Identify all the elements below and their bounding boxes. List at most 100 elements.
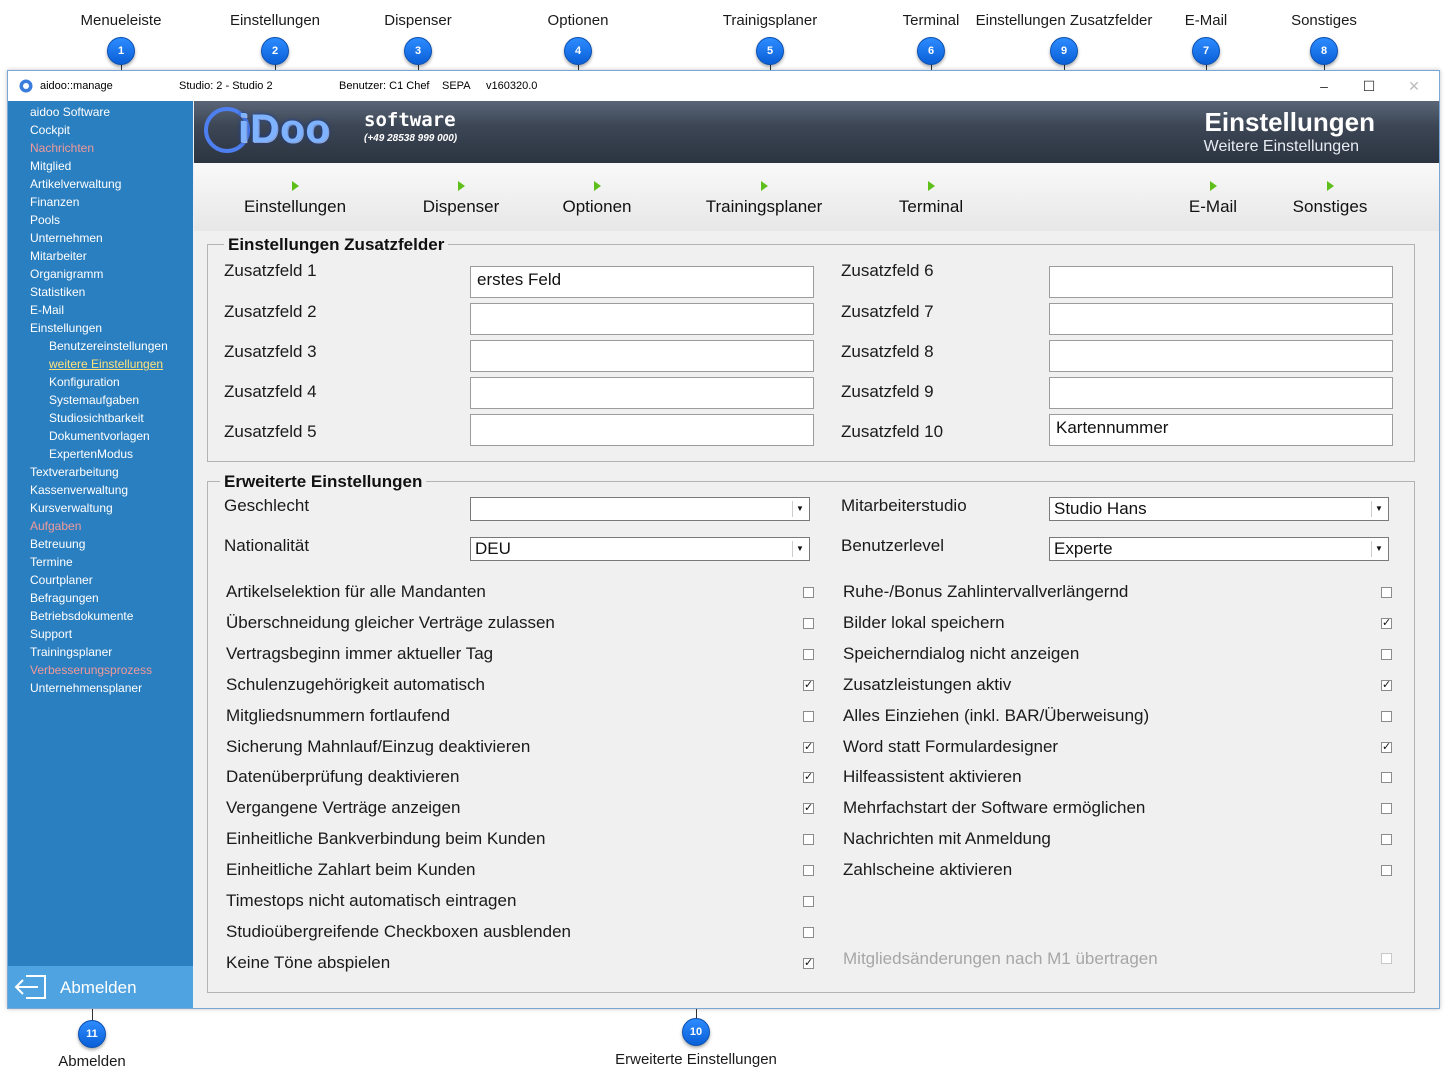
setting-checkbox[interactable] xyxy=(1381,710,1392,722)
setting-checkbox[interactable] xyxy=(1381,648,1392,660)
app-icon xyxy=(19,79,33,93)
setting-checkbox[interactable]: ✓ xyxy=(803,957,814,969)
sidebar-item-unternehmen[interactable]: Unternehmen xyxy=(30,231,103,245)
sidebar-item-expertenmodus[interactable]: ExpertenModus xyxy=(49,447,133,461)
sidebar-item-nachrichten[interactable]: Nachrichten xyxy=(30,141,94,155)
title-bar: aidoo::manage Studio: 2 - Studio 2 Benut… xyxy=(8,71,1439,101)
sidebar-item-einstellungen[interactable]: Einstellungen xyxy=(30,321,102,335)
zusatzfeld-input[interactable]: Kartennummer xyxy=(1049,414,1393,446)
play-arrow-icon xyxy=(928,181,935,191)
setting-checkbox[interactable] xyxy=(1381,803,1392,815)
sidebar-item-unternehmensplaner[interactable]: Unternehmensplaner xyxy=(30,681,142,695)
setting-label: Timestops nicht automatisch eintragen xyxy=(226,891,517,910)
zusatzfeld-input[interactable] xyxy=(470,340,814,372)
sidebar-item-studiosichtbarkeit[interactable]: Studiosichtbarkeit xyxy=(49,411,144,425)
geschlecht-select[interactable]: ▼ xyxy=(470,497,810,521)
sidebar-item-benutzereinstellungen[interactable]: Benutzereinstellungen xyxy=(49,339,168,353)
zusatzfeld-input[interactable] xyxy=(470,377,814,409)
tab-einstellungen[interactable]: Einstellungen xyxy=(225,163,365,231)
sidebar-item-trainingsplaner[interactable]: Trainingsplaner xyxy=(30,645,112,659)
tab-terminal[interactable]: Terminal xyxy=(861,163,1001,231)
setting-checkbox[interactable] xyxy=(803,896,814,907)
tab-dispenser[interactable]: Dispenser xyxy=(391,163,531,231)
app-name: aidoo::manage xyxy=(40,80,113,92)
sidebar-item-dokumentvorlagen[interactable]: Dokumentvorlagen xyxy=(49,429,150,443)
tab-bar: Einstellungen Dispenser Optionen Trainingsp… xyxy=(194,163,1439,231)
tab-label: Terminal xyxy=(898,197,964,216)
setting-checkbox[interactable]: ✓ xyxy=(803,741,814,753)
setting-checkbox[interactable]: ✓ xyxy=(1381,741,1392,753)
sidebar-item-aidoo-software[interactable]: aidoo Software xyxy=(30,105,110,119)
setting-checkbox[interactable]: ✓ xyxy=(1381,679,1392,691)
sidebar-item-pools[interactable]: Pools xyxy=(30,213,60,227)
sidebar-item-mitarbeiter[interactable]: Mitarbeiter xyxy=(30,249,87,263)
setting-label: Schulenzugehörigkeit automatisch xyxy=(226,674,485,694)
zusatzfeld-input[interactable] xyxy=(1049,377,1393,409)
sidebar-item-betreuung[interactable]: Betreuung xyxy=(30,537,85,551)
sidebar-item-cockpit[interactable]: Cockpit xyxy=(30,123,70,137)
setting-checkbox[interactable] xyxy=(803,834,814,846)
setting-checkbox[interactable] xyxy=(1381,772,1392,784)
zusatzfeld-input[interactable] xyxy=(470,414,814,446)
benutzerlevel-select[interactable]: Experte ▼ xyxy=(1049,537,1389,561)
setting-checkbox[interactable] xyxy=(803,617,814,629)
sidebar-item-kassenverwaltung[interactable]: Kassenverwaltung xyxy=(30,483,128,497)
setting-checkbox[interactable] xyxy=(803,587,814,598)
zusatzfeld-input[interactable] xyxy=(1049,340,1393,372)
zusatzfeld-label: Zusatzfeld 4 xyxy=(224,382,317,401)
zusatzfeld-input[interactable] xyxy=(1049,303,1393,335)
sidebar-item-statistiken[interactable]: Statistiken xyxy=(30,285,85,299)
setting-label: Vergangene Verträge anzeigen xyxy=(226,798,461,818)
zusatzfeld-input[interactable] xyxy=(470,303,814,335)
mitarbeiterstudio-select[interactable]: Studio Hans ▼ xyxy=(1049,497,1389,521)
setting-checkbox[interactable]: ✓ xyxy=(803,803,814,815)
sidebar-item-betriebsdokumente[interactable]: Betriebsdokumente xyxy=(30,609,133,623)
sidebar-item-termine[interactable]: Termine xyxy=(30,555,73,569)
sidebar-item-artikelverwaltung[interactable]: Artikelverwaltung xyxy=(30,177,121,191)
tab-sonstiges[interactable]: Sonstiges xyxy=(1260,163,1400,231)
setting-checkbox[interactable] xyxy=(803,926,814,938)
sidebar-item-weitere-einstellungen[interactable]: weitere Einstellungen xyxy=(49,357,163,371)
sidebar-item-textverarbeitung[interactable]: Textverarbeitung xyxy=(30,465,119,479)
setting-checkbox[interactable] xyxy=(803,648,814,660)
tab-trainingsplaner[interactable]: Trainingsplaner xyxy=(694,163,834,231)
setting-checkbox[interactable] xyxy=(1381,834,1392,846)
setting-checkbox[interactable] xyxy=(803,710,814,722)
maximize-button[interactable]: ☐ xyxy=(1354,75,1384,97)
zusatzfeld-label: Zusatzfeld 10 xyxy=(841,422,944,441)
sidebar-item-support[interactable]: Support xyxy=(30,627,72,641)
sidebar-item-e-mail[interactable]: E-Mail xyxy=(30,303,64,317)
logout-button[interactable]: Abmelden xyxy=(8,966,193,1008)
sidebar-item-systemaufgaben[interactable]: Systemaufgaben xyxy=(49,393,139,407)
setting-label: Hilfeassistent aktivieren xyxy=(843,767,1022,787)
sidebar-menu: aidoo Software Cockpit Nachrichten Mitglied… xyxy=(8,101,193,1008)
sidebar-item-mitglied[interactable]: Mitglied xyxy=(30,159,71,173)
sidebar-item-konfiguration[interactable]: Konfiguration xyxy=(49,375,120,389)
minimize-icon: – xyxy=(1320,78,1328,94)
close-button[interactable]: ✕ xyxy=(1399,75,1429,97)
tab-optionen[interactable]: Optionen xyxy=(527,163,667,231)
setting-checkbox[interactable] xyxy=(1381,865,1392,877)
sidebar-item-befragungen[interactable]: Befragungen xyxy=(30,591,99,605)
callout-badge: 3 xyxy=(404,37,432,65)
callout-badge: 1 xyxy=(107,37,135,65)
sidebar-item-courtplaner[interactable]: Courtplaner xyxy=(30,573,93,587)
play-arrow-icon xyxy=(594,181,601,191)
callout-badge: 7 xyxy=(1192,37,1220,65)
setting-checkbox[interactable]: ✓ xyxy=(803,772,814,784)
sidebar-item-kursverwaltung[interactable]: Kursverwaltung xyxy=(30,501,113,515)
zusatzfeld-input[interactable] xyxy=(1049,266,1393,298)
setting-checkbox[interactable]: ✓ xyxy=(803,679,814,691)
setting-checkbox[interactable] xyxy=(1381,587,1392,598)
zusatzfeld-input[interactable]: erstes Feld xyxy=(470,266,814,298)
minimize-button[interactable]: – xyxy=(1309,75,1339,97)
setting-checkbox[interactable]: ✓ xyxy=(1381,617,1392,629)
nationalitaet-select[interactable]: DEU ▼ xyxy=(470,537,810,561)
nationalitaet-value: DEU xyxy=(475,539,511,558)
sidebar-item-verbesserungsprozess[interactable]: Verbesserungsprozess xyxy=(30,663,152,677)
sidebar-item-aufgaben[interactable]: Aufgaben xyxy=(30,519,81,533)
sidebar-item-finanzen[interactable]: Finanzen xyxy=(30,195,79,209)
setting-label: Speicherndialog nicht anzeigen xyxy=(843,643,1080,663)
sidebar-item-organigramm[interactable]: Organigramm xyxy=(30,267,103,281)
setting-checkbox[interactable] xyxy=(803,865,814,877)
